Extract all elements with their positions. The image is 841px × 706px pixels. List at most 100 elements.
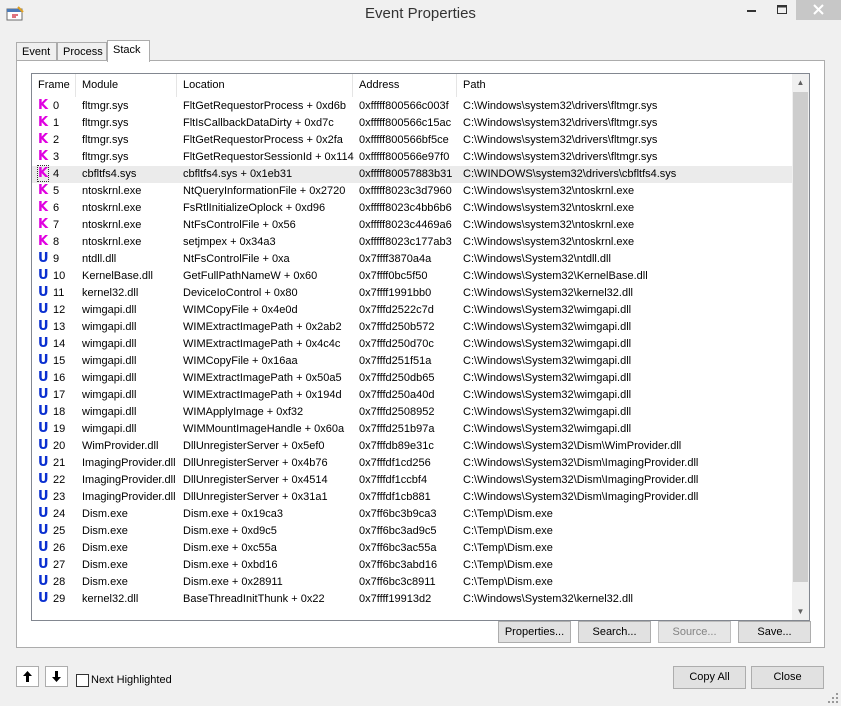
table-row[interactable]: U 21 ImagingProvider.dll DllUnregisterServe… bbox=[32, 455, 792, 472]
kernel-mode-icon: K bbox=[38, 149, 49, 164]
next-down-arrow-button[interactable] bbox=[45, 666, 68, 687]
user-mode-icon: U bbox=[38, 285, 49, 300]
tab-process[interactable]: Process bbox=[57, 42, 107, 61]
stack-list[interactable]: Frame Module Location Address Path K 0 flt… bbox=[31, 73, 810, 621]
table-row[interactable]: U 10 KernelBase.dll GetFullPathNameW + 0x60… bbox=[32, 268, 792, 285]
table-row[interactable]: K 7 ntoskrnl.exe NtFsControlFile + 0x56 0xff… bbox=[32, 217, 792, 234]
table-row[interactable]: U 12 wimgapi.dll WIMCopyFile + 0x4e0d 0x7fff… bbox=[32, 302, 792, 319]
maximize-button[interactable] bbox=[768, 0, 796, 20]
address-cell: 0x7ffff19913d2 bbox=[359, 593, 432, 605]
table-row[interactable]: U 22 ImagingProvider.dll DllUnregisterServe… bbox=[32, 472, 792, 489]
table-row[interactable]: U 18 wimgapi.dll WIMApplyImage + 0xf32 0x7ff… bbox=[32, 404, 792, 421]
frame-cell: 7 bbox=[53, 219, 60, 231]
location-cell: WIMExtractImagePath + 0x50a5 bbox=[183, 372, 342, 384]
save-button[interactable]: Save... bbox=[738, 621, 811, 643]
table-row[interactable]: K 6 ntoskrnl.exe FsRtlInitializeOplock + 0x… bbox=[32, 200, 792, 217]
table-row[interactable]: U 9 ntdll.dll NtFsControlFile + 0xa 0x7ffff3… bbox=[32, 251, 792, 268]
column-header-address[interactable]: Address bbox=[353, 74, 457, 97]
tab-stack[interactable]: Stack bbox=[107, 40, 150, 62]
frame-cell: 8 bbox=[53, 236, 60, 248]
search-button[interactable]: Search... bbox=[578, 621, 651, 643]
table-row[interactable]: K 0 fltmgr.sys FltGetRequestorProcess + 0xd… bbox=[32, 98, 792, 115]
module-cell: fltmgr.sys bbox=[82, 117, 129, 129]
table-row[interactable]: U 23 ImagingProvider.dll DllUnregisterServe… bbox=[32, 489, 792, 506]
module-cell: cbfltfs4.sys bbox=[82, 168, 137, 180]
close-button[interactable]: Close bbox=[751, 666, 824, 689]
copy-all-button[interactable]: Copy All bbox=[673, 666, 746, 689]
table-row[interactable]: K 3 fltmgr.sys FltGetRequestorSessionId + 0… bbox=[32, 149, 792, 166]
address-cell: 0x7fffdf1cd256 bbox=[359, 457, 431, 469]
path-cell: C:\Windows\System32\wimgapi.dll bbox=[463, 423, 632, 435]
frame-cell: 21 bbox=[53, 457, 66, 469]
address-cell: 0x7ff6bc3b9ca3 bbox=[359, 508, 437, 520]
table-row[interactable]: U 25 Dism.exe Dism.exe + 0xd9c5 0x7ff6bc3ad9… bbox=[32, 523, 792, 540]
address-cell: 0xfffff800566c15ac bbox=[359, 117, 452, 129]
table-row[interactable]: U 11 kernel32.dll DeviceIoControl + 0x80 0x7… bbox=[32, 285, 792, 302]
user-mode-icon: U bbox=[38, 557, 49, 572]
previous-up-arrow-button[interactable] bbox=[16, 666, 39, 687]
address-cell: 0x7ff6bc3abd16 bbox=[359, 559, 438, 571]
table-row[interactable]: U 28 Dism.exe Dism.exe + 0x28911 0x7ff6bc3c8… bbox=[32, 574, 792, 591]
table-row[interactable]: U 20 WimProvider.dll DllUnregisterServer + … bbox=[32, 438, 792, 455]
table-row[interactable]: U 14 wimgapi.dll WIMExtractImagePath + 0x4c… bbox=[32, 336, 792, 353]
frame-cell: 25 bbox=[53, 525, 66, 537]
address-cell: 0x7fffd2522c7d bbox=[359, 304, 434, 316]
user-mode-icon: U bbox=[38, 540, 49, 555]
table-row[interactable]: U 16 wimgapi.dll WIMExtractImagePath + 0x50… bbox=[32, 370, 792, 387]
table-row[interactable]: U 13 wimgapi.dll WIMExtractImagePath + 0x2a… bbox=[32, 319, 792, 336]
minimize-button[interactable] bbox=[738, 0, 766, 20]
table-row[interactable]: K 1 fltmgr.sys FltIsCallbackDataDirty + 0xd… bbox=[32, 115, 792, 132]
module-cell: wimgapi.dll bbox=[82, 321, 137, 333]
path-cell: C:\Temp\Dism.exe bbox=[463, 559, 553, 571]
path-cell: C:\Windows\System32\Dism\ImagingProvider… bbox=[463, 457, 699, 469]
resize-grip-icon[interactable] bbox=[827, 692, 839, 704]
module-cell: kernel32.dll bbox=[82, 593, 139, 605]
close-icon bbox=[813, 4, 824, 15]
table-row[interactable]: U 19 wimgapi.dll WIMMountImageHandle + 0x60… bbox=[32, 421, 792, 438]
frame-cell: 18 bbox=[53, 406, 66, 418]
path-cell: C:\Windows\system32\ntoskrnl.exe bbox=[463, 185, 635, 197]
table-row[interactable]: U 29 kernel32.dll BaseThreadInitThunk + 0x2… bbox=[32, 591, 792, 608]
path-cell: C:\Temp\Dism.exe bbox=[463, 576, 553, 588]
next-highlighted-checkbox[interactable] bbox=[76, 674, 89, 687]
column-header-location[interactable]: Location bbox=[177, 74, 353, 97]
user-mode-icon: U bbox=[38, 506, 49, 521]
scroll-up-arrow-icon[interactable]: ▲ bbox=[792, 74, 809, 91]
column-header-module[interactable]: Module bbox=[76, 74, 177, 97]
scroll-down-arrow-icon[interactable]: ▼ bbox=[792, 603, 809, 620]
module-cell: ImagingProvider.dll bbox=[82, 491, 176, 503]
module-cell: fltmgr.sys bbox=[82, 134, 129, 146]
location-cell: WIMExtractImagePath + 0x194d bbox=[183, 389, 342, 401]
module-cell: fltmgr.sys bbox=[82, 151, 129, 163]
scrollbar-thumb[interactable] bbox=[793, 92, 808, 582]
properties-button[interactable]: Properties... bbox=[498, 621, 571, 643]
table-row[interactable]: K 5 ntoskrnl.exe NtQueryInformationFile + 0… bbox=[32, 183, 792, 200]
table-row[interactable]: K 2 fltmgr.sys FltGetRequestorProcess + 0x2… bbox=[32, 132, 792, 149]
user-mode-icon: U bbox=[38, 455, 49, 470]
source-button[interactable]: Source... bbox=[658, 621, 731, 643]
tab-event[interactable]: Event bbox=[16, 42, 57, 61]
path-cell: C:\Windows\System32\wimgapi.dll bbox=[463, 355, 632, 367]
path-cell: C:\Windows\system32\ntoskrnl.exe bbox=[463, 219, 635, 231]
close-window-button[interactable] bbox=[796, 0, 841, 20]
column-header-frame[interactable]: Frame bbox=[32, 74, 76, 97]
column-header-path[interactable]: Path bbox=[457, 74, 792, 97]
table-row[interactable]: U 17 wimgapi.dll WIMExtractImagePath + 0x19… bbox=[32, 387, 792, 404]
arrow-down-icon bbox=[52, 671, 61, 682]
table-row[interactable]: K 8 ntoskrnl.exe setjmpex + 0x34a3 0xfffff80… bbox=[32, 234, 792, 251]
table-row[interactable]: U 15 wimgapi.dll WIMCopyFile + 0x16aa 0x7fff… bbox=[32, 353, 792, 370]
table-row[interactable]: U 24 Dism.exe Dism.exe + 0x19ca3 0x7ff6bc3b9… bbox=[32, 506, 792, 523]
frame-cell: 0 bbox=[53, 100, 60, 112]
frame-cell: 28 bbox=[53, 576, 66, 588]
vertical-scrollbar[interactable]: ▲ ▼ bbox=[792, 74, 809, 620]
frame-cell: 29 bbox=[53, 593, 66, 605]
frame-cell: 26 bbox=[53, 542, 66, 554]
table-row[interactable]: U 27 Dism.exe Dism.exe + 0xbd16 0x7ff6bc3abd… bbox=[32, 557, 792, 574]
frame-cell: 2 bbox=[53, 134, 60, 146]
path-cell: C:\Windows\System32\wimgapi.dll bbox=[463, 321, 632, 333]
frame-cell: 20 bbox=[53, 440, 66, 452]
path-cell: C:\Windows\System32\wimgapi.dll bbox=[463, 304, 632, 316]
table-row[interactable]: U 26 Dism.exe Dism.exe + 0xc55a 0x7ff6bc3ac5… bbox=[32, 540, 792, 557]
frame-cell: 4 bbox=[53, 168, 60, 180]
table-row[interactable]: K 4 cbfltfs4.sys cbfltfs4.sys + 0x1eb31 0xff… bbox=[32, 165, 792, 183]
